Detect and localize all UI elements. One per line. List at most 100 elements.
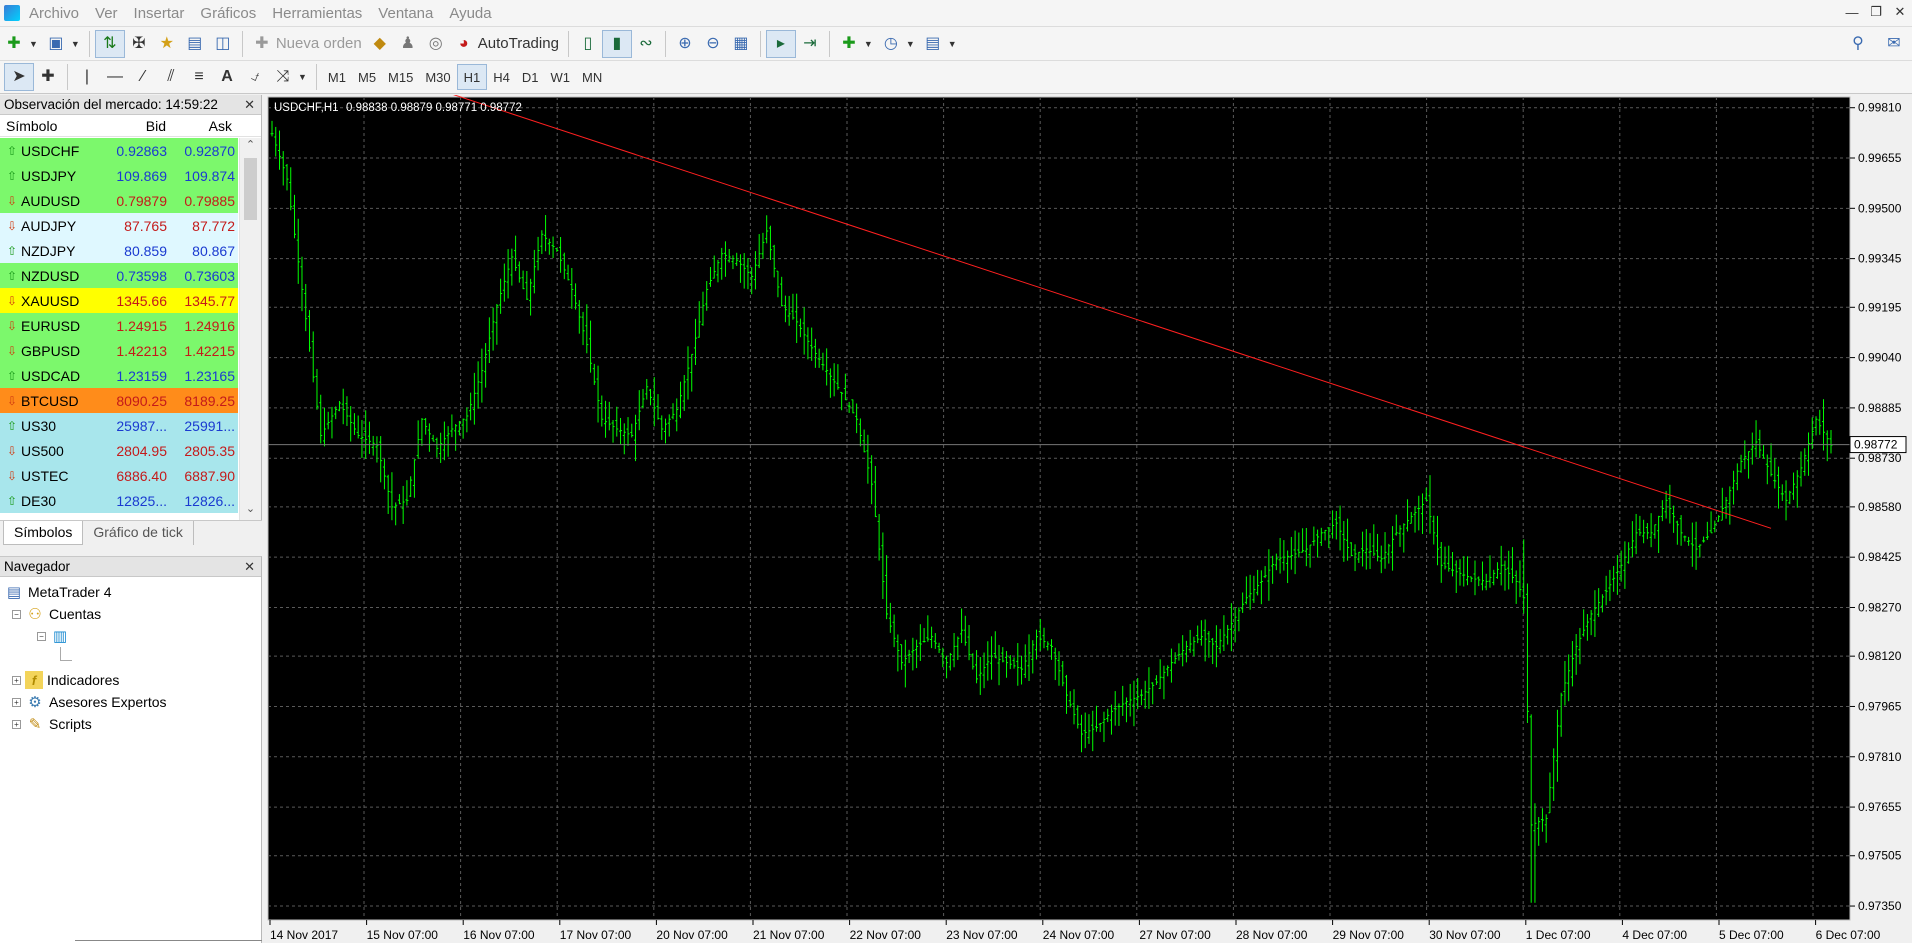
timeframe-w1[interactable]: W1 bbox=[545, 64, 577, 90]
market-watch-row[interactable]: ⇩ XAUUSD 1345.66 1345.77 bbox=[0, 288, 238, 313]
trendline-button[interactable]: ∕ bbox=[129, 63, 157, 91]
menu-archivo[interactable]: Archivo bbox=[26, 5, 92, 22]
arrows-button[interactable]: ⤨ ▼ bbox=[269, 63, 311, 91]
menu-insertar[interactable]: Insertar bbox=[131, 5, 198, 22]
expand-icon[interactable]: + bbox=[12, 675, 21, 685]
strategy-tester-button[interactable]: ◫ bbox=[209, 30, 237, 58]
market-watch-row[interactable]: ⇩ USTEC 6886.40 6887.90 bbox=[0, 463, 238, 488]
navigator-button[interactable]: ★ bbox=[153, 30, 181, 58]
autotrading-button[interactable]: ◕ AutoTrading bbox=[450, 30, 563, 58]
new-chart-button[interactable]: ✚ ▼ bbox=[0, 30, 42, 58]
crosshair-button[interactable]: ✚ bbox=[34, 63, 62, 91]
timeframe-m15[interactable]: M15 bbox=[382, 64, 419, 90]
templates-button[interactable]: ▤ ▼ bbox=[919, 30, 961, 58]
periods-button[interactable]: ◷ ▼ bbox=[877, 30, 919, 58]
timeframe-d1[interactable]: D1 bbox=[516, 64, 545, 90]
line-chart-button[interactable]: ∾ bbox=[632, 30, 660, 58]
timeframe-mn[interactable]: MN bbox=[576, 64, 608, 90]
close-icon[interactable]: ✕ bbox=[1888, 0, 1912, 24]
restore-icon[interactable]: ❐ bbox=[1864, 0, 1888, 24]
tree-item-indicators[interactable]: + f Indicadores bbox=[0, 669, 261, 691]
expand-icon[interactable]: + bbox=[12, 697, 21, 707]
column-bid[interactable]: Bid bbox=[102, 118, 168, 134]
market-watch-row[interactable]: ⇧ US30 25987... 25991... bbox=[0, 413, 238, 438]
profiles-button[interactable]: ▣ ▼ bbox=[42, 30, 84, 58]
market-watch-toggle[interactable]: ⇅ bbox=[94, 29, 125, 58]
vertical-line-button[interactable]: | bbox=[73, 63, 101, 91]
metaeditor-button[interactable]: ◆ bbox=[366, 30, 394, 58]
terminal-button[interactable]: ▤ bbox=[181, 30, 209, 58]
menu-ventana[interactable]: Ventana bbox=[375, 5, 446, 22]
scroll-up-icon[interactable]: ⌃ bbox=[240, 138, 261, 156]
price-chart[interactable]: 0.99810 0.99655 0.99500 0.99345 0.99195 0.990… bbox=[266, 95, 1912, 943]
market-watch-row[interactable]: ⇧ USDCAD 1.23159 1.23165 bbox=[0, 363, 238, 388]
market-watch-row[interactable]: ⇩ EURUSD 1.24915 1.24916 bbox=[0, 313, 238, 338]
new-order-button[interactable]: ✚ Nueva orden bbox=[248, 30, 366, 58]
timeframe-h4[interactable]: H4 bbox=[487, 64, 516, 90]
zoom-in-button[interactable]: ⊕ bbox=[671, 30, 699, 58]
collapse-icon[interactable]: − bbox=[37, 631, 46, 641]
tile-windows-button[interactable]: ▦ bbox=[727, 30, 755, 58]
chart-shift-button[interactable]: ⇥ bbox=[796, 30, 824, 58]
column-symbol[interactable]: Símbolo bbox=[0, 118, 102, 134]
auto-scroll-button[interactable]: ▸ bbox=[765, 29, 796, 58]
bar-chart-button[interactable]: ▯ bbox=[574, 30, 602, 58]
close-icon[interactable]: ✕ bbox=[244, 559, 255, 575]
market-watch-row[interactable]: ⇩ AUDJPY 87.765 87.772 bbox=[0, 213, 238, 238]
timeframe-m1[interactable]: M1 bbox=[322, 64, 352, 90]
tree-item-root[interactable]: ▤ MetaTrader 4 bbox=[0, 581, 261, 603]
scroll-thumb[interactable] bbox=[244, 158, 257, 220]
menu-ver[interactable]: Ver bbox=[92, 5, 131, 22]
tree-item-experts[interactable]: + ⚙ Asesores Expertos bbox=[0, 691, 261, 713]
market-watch-row[interactable]: ⇩ GBPUSD 1.42213 1.42215 bbox=[0, 338, 238, 363]
signals-button[interactable]: ♟ bbox=[394, 30, 422, 58]
market-button[interactable]: ◎ bbox=[422, 30, 450, 58]
market-watch-row[interactable]: ⇧ NZDJPY 80.859 80.867 bbox=[0, 238, 238, 263]
tree-item-accounts[interactable]: − ⚇ Cuentas bbox=[0, 603, 261, 625]
tree-item-scripts[interactable]: + ✎ Scripts bbox=[0, 713, 261, 735]
market-watch-row[interactable]: ⇧ USDJPY 109.869 109.874 bbox=[0, 163, 238, 188]
text-label-button[interactable]: ⍻ bbox=[241, 63, 269, 91]
data-window-button[interactable]: ✠ bbox=[125, 30, 153, 58]
zoom-out-button[interactable]: ⊖ bbox=[699, 30, 727, 58]
cursor-button[interactable]: ➤ bbox=[4, 63, 34, 91]
timeframe-h1[interactable]: H1 bbox=[456, 64, 488, 90]
market-watch-row[interactable]: ⇩ US500 2804.95 2805.35 bbox=[0, 438, 238, 463]
market-watch-row[interactable]: ⇧ NZDUSD 0.73598 0.73603 bbox=[0, 263, 238, 288]
close-icon[interactable]: ✕ bbox=[244, 97, 255, 113]
timeframe-m30[interactable]: M30 bbox=[419, 64, 456, 90]
chat-button[interactable]: ✉ bbox=[1880, 30, 1908, 58]
equidistant-channel-button[interactable]: ⫽ bbox=[157, 63, 185, 91]
y-tick-label: 0.99040 bbox=[1858, 351, 1902, 365]
expand-icon[interactable]: + bbox=[12, 719, 21, 729]
chart-plot-area[interactable] bbox=[267, 96, 1851, 921]
indicators-button[interactable]: ✚ ▼ bbox=[835, 30, 877, 58]
text-button[interactable]: A bbox=[213, 63, 241, 91]
market-watch-row[interactable]: ⇧ DE30 12825... 12826... bbox=[0, 488, 238, 513]
market-watch-row[interactable]: ⇩ AUDUSD 0.79879 0.79885 bbox=[0, 188, 238, 213]
tree-item-account[interactable]: − ▥ bbox=[0, 625, 261, 647]
menu-ayuda[interactable]: Ayuda bbox=[446, 5, 504, 22]
y-tick-label: 0.97965 bbox=[1858, 699, 1902, 713]
scroll-down-icon[interactable]: ⌄ bbox=[240, 502, 261, 520]
current-price-label: 0.98772 bbox=[1854, 438, 1898, 452]
search-button[interactable]: ⚲ bbox=[1844, 30, 1872, 58]
symbol-name: NZDJPY bbox=[21, 242, 76, 259]
chart-window[interactable]: 0.99810 0.99655 0.99500 0.99345 0.99195 0.990… bbox=[266, 95, 1912, 943]
candlestick-chart-button[interactable]: ▮ bbox=[601, 29, 632, 58]
horizontal-line-button[interactable]: — bbox=[101, 63, 129, 91]
chart-ohlc-label: 0.98838 0.98879 0.98771 0.98772 bbox=[346, 102, 522, 114]
tab-symbols[interactable]: Símbolos bbox=[3, 521, 84, 545]
market-watch-row[interactable]: ⇩ BTCUSD 8090.25 8189.25 bbox=[0, 388, 238, 413]
timeframe-m5[interactable]: M5 bbox=[352, 64, 382, 90]
market-watch-row[interactable]: ⇧ USDCHF 0.92863 0.92870 bbox=[0, 138, 238, 163]
menu-graficos[interactable]: Gráficos bbox=[197, 5, 269, 22]
menu-herramientas[interactable]: Herramientas bbox=[269, 5, 375, 22]
column-ask[interactable]: Ask bbox=[168, 118, 236, 134]
market-watch-scrollbar[interactable]: ⌃ ⌄ bbox=[239, 138, 261, 520]
fibonacci-button[interactable]: ≡ bbox=[185, 63, 213, 91]
y-tick-label: 0.97505 bbox=[1858, 849, 1902, 863]
collapse-icon[interactable]: − bbox=[12, 609, 21, 619]
tab-tick-chart[interactable]: Gráfico de tick bbox=[83, 521, 194, 545]
minimize-icon[interactable]: — bbox=[1840, 0, 1864, 24]
